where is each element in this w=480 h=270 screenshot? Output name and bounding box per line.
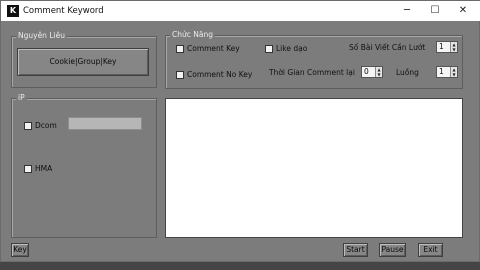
thoi-gian-value: 0 <box>364 67 369 76</box>
like-dao-label: Like dạo <box>276 44 308 53</box>
title-bar[interactable]: K Comment Keyword ─ ☐ ✕ <box>1 1 480 21</box>
stepper-arrows-icon[interactable]: ▲ ▼ <box>375 67 382 77</box>
so-bai-viet-value: 1 <box>439 42 444 51</box>
luong-stepper[interactable]: 1 ▲ ▼ <box>436 66 458 78</box>
thoi-gian-label: Thời Gian Comment lại <box>269 68 355 77</box>
maximize-button[interactable]: ☐ <box>421 1 449 21</box>
so-bai-viet-stepper[interactable]: 1 ▲ ▼ <box>436 41 458 53</box>
thoi-gian-stepper[interactable]: 0 ▲ ▼ <box>361 66 383 78</box>
comment-no-key-checkbox[interactable] <box>176 71 184 79</box>
comment-no-key-label: Comment No Key <box>187 70 253 79</box>
chuc-nang-label: Chức Năng <box>170 30 215 40</box>
close-button[interactable]: ✕ <box>449 1 477 21</box>
dcom-input[interactable] <box>68 117 142 130</box>
dcom-checkbox[interactable] <box>24 122 32 130</box>
so-bai-viet-label: Số Bài Viết Cần Lướt <box>349 43 426 52</box>
output-log[interactable] <box>165 98 463 238</box>
stepper-arrows-icon[interactable]: ▲ ▼ <box>450 67 457 77</box>
comment-key-label: Comment Key <box>187 44 240 53</box>
key-button[interactable]: Key <box>11 243 29 257</box>
comment-key-checkbox[interactable] <box>176 45 184 53</box>
minimize-button[interactable]: ─ <box>393 1 421 21</box>
app-window: K Comment Keyword ─ ☐ ✕ Nguyên Liêu Cook… <box>0 0 480 262</box>
pause-button[interactable]: Pause <box>379 243 406 257</box>
app-icon: K <box>7 5 19 17</box>
ip-label: iP <box>16 93 27 103</box>
hma-label: HMA <box>35 164 53 173</box>
cookie-group-key-button[interactable]: Cookie|Group|Key <box>17 48 149 76</box>
stepper-arrows-icon[interactable]: ▲ ▼ <box>450 42 457 52</box>
start-button[interactable]: Start <box>343 243 368 257</box>
ip-group: iP Dcom HMA <box>11 93 157 238</box>
luong-label: Luồng <box>396 68 419 77</box>
nguyen-lieu-label: Nguyên Liêu <box>16 31 67 41</box>
exit-button[interactable]: Exit <box>418 243 443 257</box>
window-title: Comment Keyword <box>23 6 104 16</box>
nguyen-lieu-group: Nguyên Liêu Cookie|Group|Key <box>11 31 157 88</box>
like-dao-checkbox[interactable] <box>265 45 273 53</box>
chuc-nang-group: Chức Năng Comment Key Like dạo Số Bài Vi… <box>165 30 463 89</box>
hma-checkbox[interactable] <box>24 165 32 173</box>
luong-value: 1 <box>439 67 444 76</box>
background-strip <box>0 262 480 270</box>
dcom-label: Dcom <box>35 121 57 130</box>
